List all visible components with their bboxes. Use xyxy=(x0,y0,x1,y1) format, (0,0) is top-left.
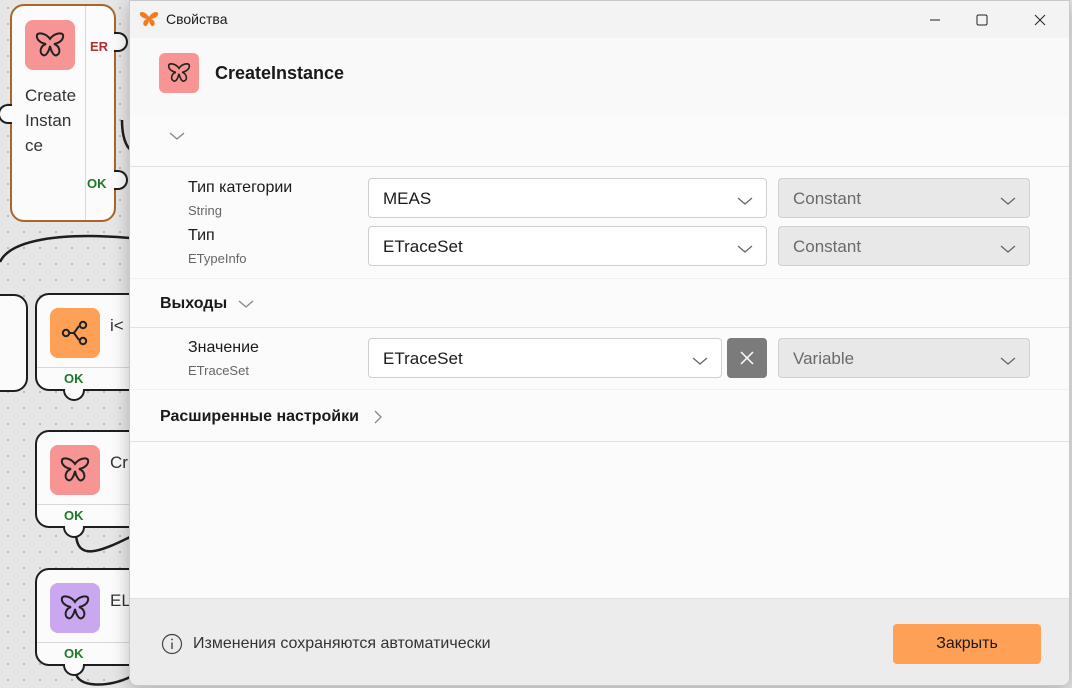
chevron-down-icon xyxy=(736,240,754,259)
property-label: Тип xyxy=(188,227,215,244)
category-type-mode-select[interactable]: Constant xyxy=(778,178,1030,218)
node-title: Cr xyxy=(110,453,128,472)
property-type: ETraceSet xyxy=(188,363,249,378)
node-title-line-3: ce xyxy=(25,136,43,155)
section-title: Расширенные настройки xyxy=(160,408,359,425)
chevron-down-icon xyxy=(237,298,255,310)
select-value: Constant xyxy=(793,189,862,208)
chevron-down-icon xyxy=(999,192,1017,211)
minimize-button[interactable] xyxy=(912,1,958,38)
select-value: Constant xyxy=(793,237,862,256)
section-title: Выходы xyxy=(160,295,228,312)
window-close-button[interactable] xyxy=(1017,1,1063,38)
chevron-down-icon xyxy=(691,352,709,371)
property-label: Значение xyxy=(188,339,259,356)
select-value: MEAS xyxy=(383,189,432,208)
select-value: ETraceSet xyxy=(383,349,463,368)
ok-port-label: OK xyxy=(87,176,107,191)
ok-port-label: OK xyxy=(64,508,84,523)
category-type-select[interactable]: MEAS xyxy=(368,178,767,218)
butterfly-logo-icon xyxy=(139,10,159,32)
node-partial-left[interactable] xyxy=(0,294,28,392)
type-select[interactable]: ETraceSet xyxy=(368,226,767,266)
property-type: ETypeInfo xyxy=(188,251,247,266)
inputs-section-toggle[interactable] xyxy=(168,130,186,142)
minimize-icon xyxy=(930,19,940,20)
properties-dialog: Свойства CreateInstance Тип категории St… xyxy=(129,0,1070,686)
info-icon xyxy=(161,633,183,659)
close-icon xyxy=(740,351,754,365)
property-type: String xyxy=(188,203,222,218)
ok-port-label: OK xyxy=(64,646,84,661)
property-label: Тип категории xyxy=(188,179,293,196)
chevron-right-icon xyxy=(373,409,383,425)
node-header: CreateInstance xyxy=(130,38,1069,116)
dialog-footer: Изменения сохраняются автоматически Закр… xyxy=(130,598,1069,685)
maximize-button[interactable] xyxy=(959,1,1005,38)
butterfly-icon xyxy=(50,583,100,633)
node-title-line-1: Create xyxy=(25,86,77,105)
input-port[interactable] xyxy=(0,104,12,124)
advanced-settings-toggle[interactable]: Расширенные настройки xyxy=(160,408,383,426)
close-button[interactable]: Закрыть xyxy=(893,624,1041,664)
butterfly-icon xyxy=(25,20,75,70)
select-value: Variable xyxy=(793,349,855,368)
butterfly-icon xyxy=(159,53,199,93)
select-value: ETraceSet xyxy=(383,237,463,256)
error-port-label: ER xyxy=(90,39,109,54)
butterfly-icon xyxy=(50,445,100,495)
properties-content: Тип категории String MEAS Constant Тип E… xyxy=(130,116,1069,598)
type-mode-select[interactable]: Constant xyxy=(778,226,1030,266)
node-title: i< xyxy=(110,316,124,335)
maximize-icon xyxy=(976,14,988,25)
node-title: EL xyxy=(110,591,131,610)
title-bar[interactable]: Свойства xyxy=(130,1,1069,38)
close-icon xyxy=(1034,14,1046,25)
autosave-notice: Изменения сохраняются автоматически xyxy=(193,635,491,652)
outputs-section-toggle[interactable]: Выходы xyxy=(160,295,255,313)
node-title-line-2: Instan xyxy=(25,111,72,130)
chevron-down-icon xyxy=(999,352,1017,371)
output-value-select[interactable]: ETraceSet xyxy=(368,338,722,378)
node-name: CreateInstance xyxy=(215,63,345,83)
node-create-instance[interactable]: Create Instan ce ER OK xyxy=(10,4,116,222)
ok-port-label: OK xyxy=(64,371,84,386)
output-mode-select[interactable]: Variable xyxy=(778,338,1030,378)
clear-value-button[interactable] xyxy=(727,338,767,378)
chevron-down-icon xyxy=(999,240,1017,259)
branch-icon xyxy=(50,308,100,358)
chevron-down-icon xyxy=(168,130,186,142)
chevron-down-icon xyxy=(736,192,754,211)
window-title: Свойства xyxy=(166,11,228,27)
